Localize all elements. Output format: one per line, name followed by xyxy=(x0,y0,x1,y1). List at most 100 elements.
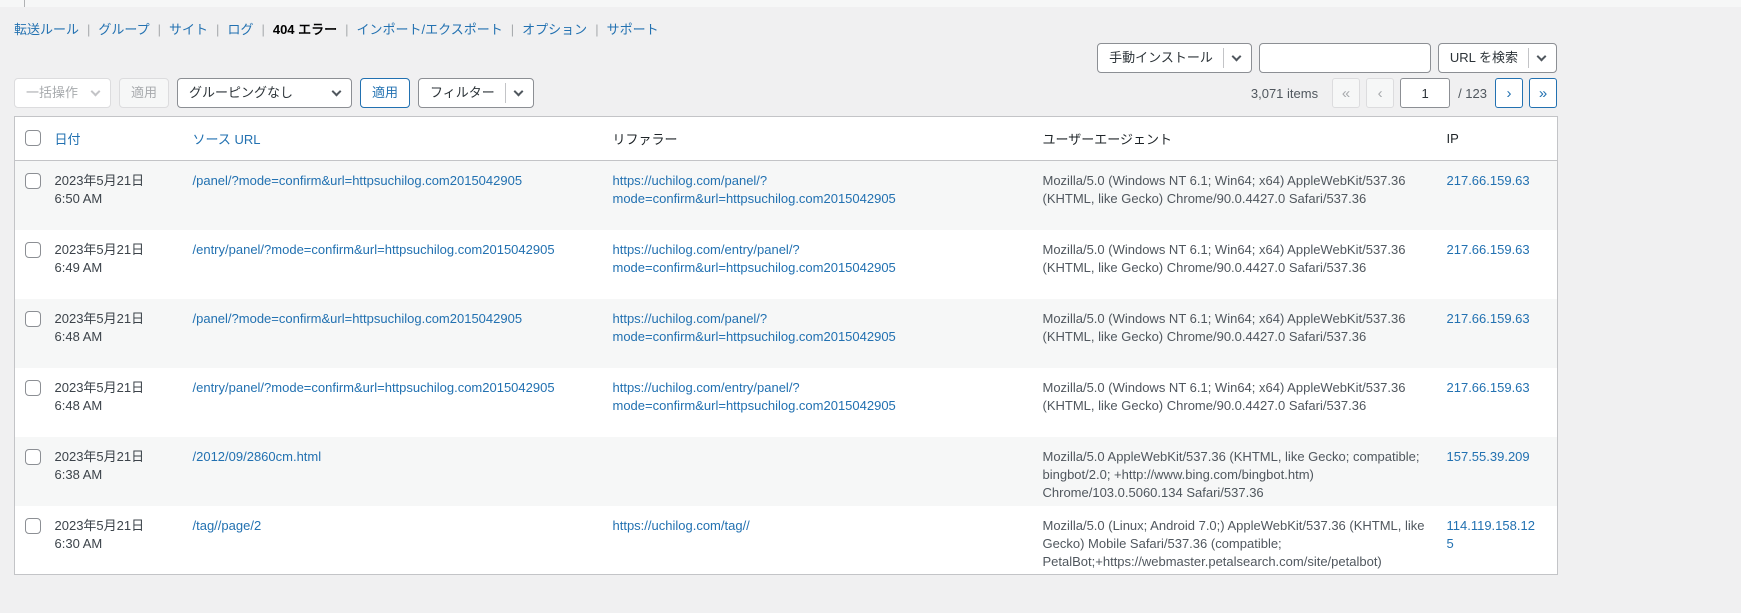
ip-cell: 217.66.159.63 xyxy=(1447,230,1558,299)
source-url-cell: /tag//page/2 xyxy=(193,506,613,575)
current-page-input[interactable] xyxy=(1400,78,1451,108)
source-url-link[interactable]: /2012/09/2860cm.html xyxy=(193,449,322,464)
log-time: 6:48 AM xyxy=(54,328,103,344)
user-agent-text: Mozilla/5.0 (Windows NT 6.1; Win64; x64)… xyxy=(1042,379,1406,413)
source-url-link[interactable]: /entry/panel/?mode=confirm&url=httpsuchi… xyxy=(193,380,555,395)
row-checkbox[interactable] xyxy=(25,448,41,465)
divider xyxy=(504,83,506,103)
log-row: 2023年5月21日 6:50 AM/panel/?mode=confirm&ur… xyxy=(14,160,1558,230)
subnav-item[interactable]: グループ xyxy=(98,22,149,37)
grouping-select[interactable]: グルーピングなし xyxy=(177,78,353,108)
column-header-referrer: リファラー xyxy=(612,116,1043,161)
manual-install-button[interactable]: 手動インストール xyxy=(1097,43,1252,73)
ip-link[interactable]: 217.66.159.63 xyxy=(1447,242,1530,257)
subnav-item[interactable]: ログ xyxy=(227,22,253,37)
row-checkbox[interactable] xyxy=(25,310,41,327)
log-date: 2023年5月21日 xyxy=(54,241,145,257)
ip-cell: 114.119.158.125 xyxy=(1447,506,1558,575)
prev-page-button[interactable]: ‹ xyxy=(1366,78,1395,108)
source-url-cell: /panel/?mode=confirm&url=httpsuchilog.co… xyxy=(193,161,613,230)
row-select-cell xyxy=(15,161,55,230)
log-row: 2023年5月21日 6:49 AM/entry/panel/?mode=conf… xyxy=(15,230,1558,299)
subnav-item[interactable]: サポート xyxy=(607,22,659,37)
ip-link[interactable]: 217.66.159.63 xyxy=(1447,173,1530,188)
bulk-actions-select[interactable]: 一括操作 xyxy=(14,78,112,108)
separator: | xyxy=(595,22,599,37)
user-agent-text: Mozilla/5.0 (Windows NT 6.1; Win64; x64)… xyxy=(1042,241,1406,275)
header-controls: 手動インストール URL を検索 xyxy=(14,43,1557,73)
source-url-link[interactable]: /tag//page/2 xyxy=(193,518,262,533)
subnav-item: 404 エラー xyxy=(272,22,338,37)
subnav-item[interactable]: オプション xyxy=(522,22,587,37)
log-time: 6:38 AM xyxy=(54,466,103,482)
log-row: 2023年5月21日 6:30 AM/tag//page/2 https://uch… xyxy=(15,506,1558,575)
column-header-source[interactable]: ソース URL xyxy=(192,116,613,161)
referrer-cell: https://uchilog.com/entry/panel/?mode=co… xyxy=(613,230,1043,299)
log-date: 2023年5月21日 xyxy=(54,379,145,395)
source-url-cell: /panel/?mode=confirm&url=httpsuchilog.co… xyxy=(193,299,613,368)
row-select-cell xyxy=(15,230,55,299)
chevron-down-icon xyxy=(331,86,342,96)
log-row: 2023年5月21日 6:38 AM/2012/09/2860cm.html Moz… xyxy=(14,436,1558,506)
user-agent-text: Mozilla/5.0 (Linux; Android 7.0;) AppleW… xyxy=(1042,517,1425,569)
row-checkbox[interactable] xyxy=(25,379,41,396)
log-time: 6:30 AM xyxy=(54,535,103,551)
apply-label: 適用 xyxy=(372,85,399,100)
apply-grouping-button[interactable]: 適用 xyxy=(360,78,411,108)
log-date: 2023年5月21日 xyxy=(54,448,145,464)
subnav-item[interactable]: 転送ルール xyxy=(14,22,79,37)
next-page-button[interactable]: › xyxy=(1495,78,1523,108)
items-count: 3,071 items xyxy=(1250,85,1319,101)
apply-bulk-label: 適用 xyxy=(131,85,158,100)
user-agent-cell: Mozilla/5.0 (Windows NT 6.1; Win64; x64)… xyxy=(1043,368,1447,437)
last-page-button[interactable]: » xyxy=(1529,78,1557,108)
source-url-link[interactable]: /panel/?mode=confirm&url=httpsuchilog.co… xyxy=(193,173,523,188)
row-checkbox[interactable] xyxy=(25,173,41,189)
date-cell: 2023年5月21日 6:48 AM xyxy=(55,368,193,437)
log-time: 6:49 AM xyxy=(54,259,103,275)
referrer-link[interactable]: https://uchilog.com/panel/?mode=confirm&… xyxy=(613,311,896,344)
log-time: 6:48 AM xyxy=(54,397,103,413)
select-all-checkbox[interactable] xyxy=(25,129,41,146)
table-header-row: 日付 ソース URL リファラー ユーザーエージェント IP xyxy=(14,116,1558,161)
chevron-down-icon xyxy=(513,86,524,96)
referrer-link[interactable]: https://uchilog.com/entry/panel/?mode=co… xyxy=(613,380,896,413)
column-header-date[interactable]: 日付 xyxy=(54,116,193,161)
first-page-button[interactable]: « xyxy=(1332,78,1361,108)
row-checkbox[interactable] xyxy=(25,517,41,534)
search-input[interactable] xyxy=(1258,43,1431,73)
ip-link[interactable]: 157.55.39.209 xyxy=(1447,449,1530,464)
referrer-link[interactable]: https://uchilog.com/entry/panel/?mode=co… xyxy=(613,242,896,275)
user-agent-cell: Mozilla/5.0 (Windows NT 6.1; Win64; x64)… xyxy=(1043,299,1447,368)
referrer-link[interactable]: https://uchilog.com/tag// xyxy=(613,518,750,533)
divider xyxy=(1222,48,1224,68)
source-url-link[interactable]: /panel/?mode=confirm&url=httpsuchilog.co… xyxy=(193,311,523,326)
filter-button[interactable]: フィルター xyxy=(418,78,534,108)
ip-link[interactable]: 114.119.158.125 xyxy=(1447,518,1535,551)
row-checkbox[interactable] xyxy=(25,241,41,258)
apply-bulk-button[interactable]: 適用 xyxy=(119,78,170,108)
search-url-button[interactable]: URL を検索 xyxy=(1437,43,1557,73)
ip-cell: 217.66.159.63 xyxy=(1447,299,1558,368)
subnav-item[interactable]: インポート/エクスポート xyxy=(357,22,503,37)
source-url-cell: /entry/panel/?mode=confirm&url=httpsuchi… xyxy=(193,230,613,299)
column-header-ip: IP xyxy=(1446,116,1558,161)
user-agent-cell: Mozilla/5.0 (Windows NT 6.1; Win64; x64)… xyxy=(1043,161,1447,230)
source-url-link[interactable]: /entry/panel/?mode=confirm&url=httpsuchi… xyxy=(193,242,555,257)
filter-label: フィルター xyxy=(430,85,495,100)
select-all-header xyxy=(14,116,55,161)
ip-link[interactable]: 217.66.159.63 xyxy=(1447,380,1530,395)
subnav-item[interactable]: サイト xyxy=(169,22,208,37)
log-date: 2023年5月21日 xyxy=(54,310,145,326)
user-agent-cell: Mozilla/5.0 (Linux; Android 7.0;) AppleW… xyxy=(1043,506,1447,575)
referrer-cell: https://uchilog.com/tag// xyxy=(613,506,1043,575)
referrer-cell xyxy=(613,437,1043,506)
chevron-down-icon xyxy=(1231,51,1242,61)
chevron-down-icon xyxy=(1536,51,1547,61)
referrer-link[interactable]: https://uchilog.com/panel/?mode=confirm&… xyxy=(613,173,896,206)
date-cell: 2023年5月21日 6:30 AM xyxy=(55,506,193,575)
user-agent-text: Mozilla/5.0 (Windows NT 6.1; Win64; x64)… xyxy=(1042,310,1406,344)
date-cell: 2023年5月21日 6:50 AM xyxy=(55,161,193,230)
ip-link[interactable]: 217.66.159.63 xyxy=(1447,311,1530,326)
table-body: 2023年5月21日 6:50 AM/panel/?mode=confirm&ur… xyxy=(14,160,1558,575)
